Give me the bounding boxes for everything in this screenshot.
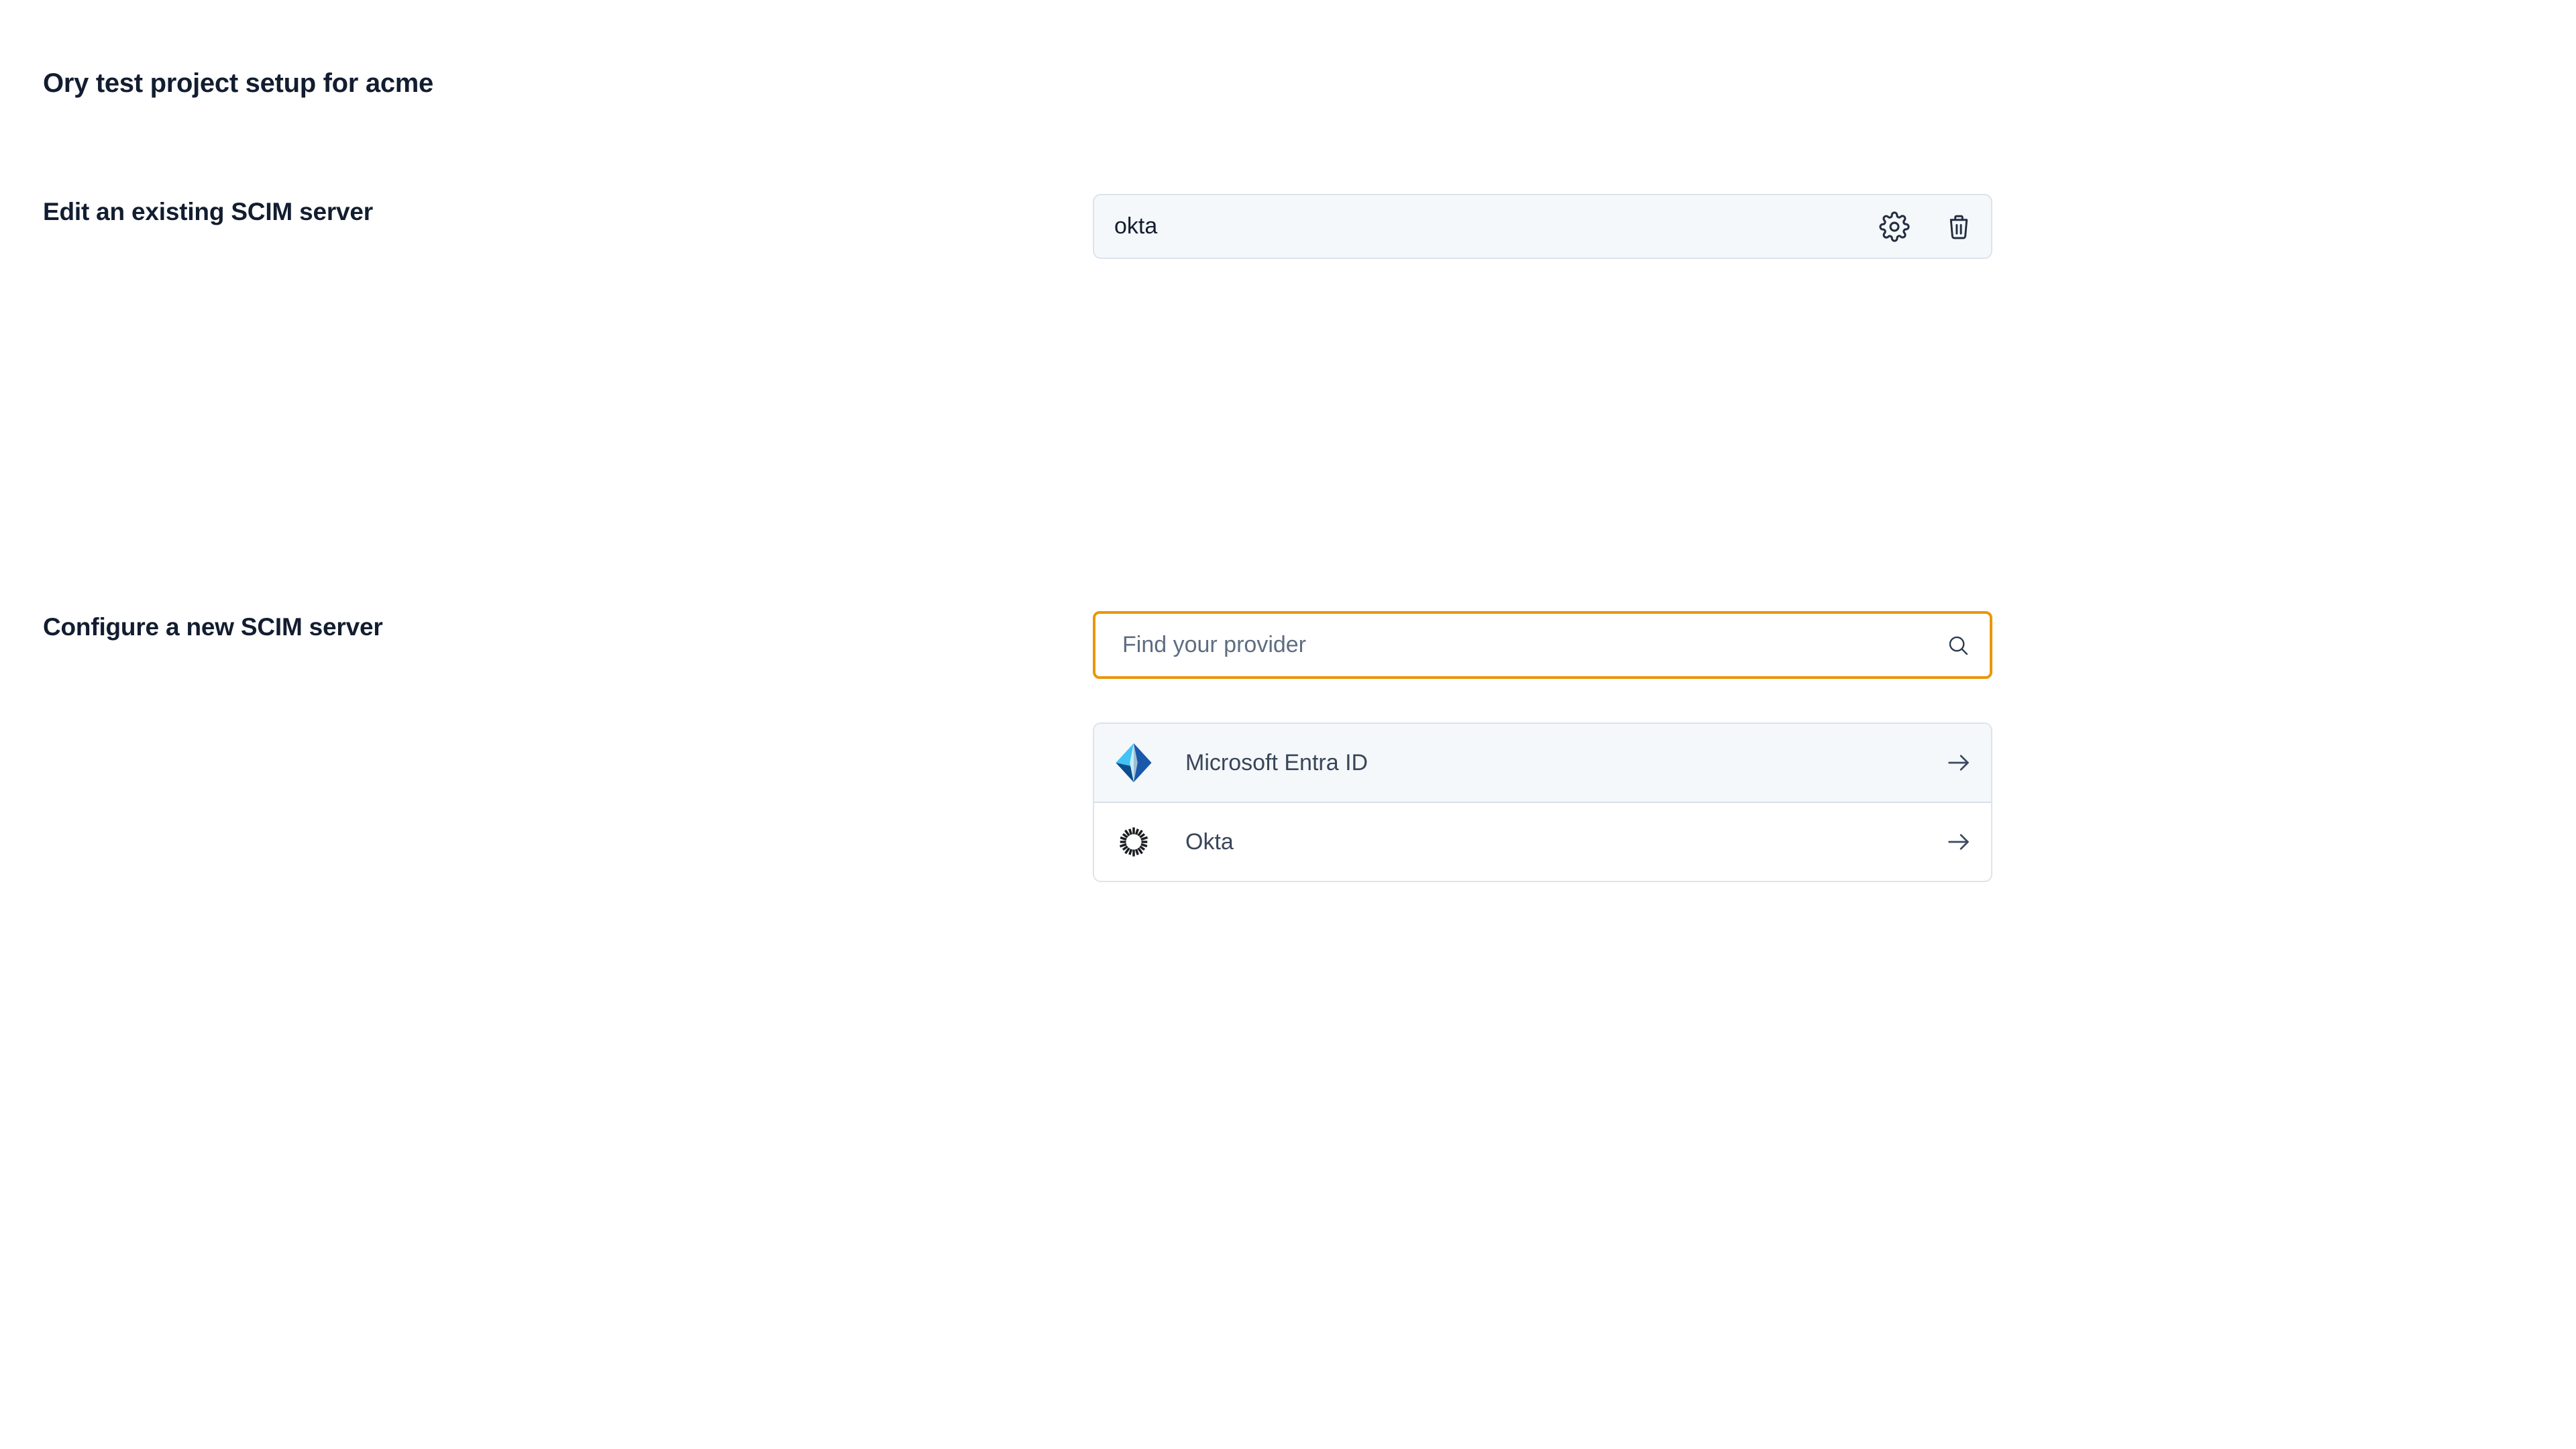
- configure-scim-server-heading: Configure a new SCIM server: [43, 612, 383, 642]
- provider-label: Microsoft Entra ID: [1185, 750, 1368, 776]
- existing-scim-server-row: okta: [1093, 194, 1992, 259]
- scim-server-name: okta: [1114, 213, 1157, 239]
- search-icon: [1945, 633, 1971, 658]
- server-settings-button[interactable]: [1878, 211, 1911, 243]
- provider-row-okta[interactable]: Okta: [1094, 802, 1991, 881]
- gear-icon: [1879, 211, 1910, 242]
- edit-scim-server-heading: Edit an existing SCIM server: [43, 197, 373, 227]
- provider-label: Okta: [1185, 829, 1234, 855]
- arrow-right-icon: [1943, 826, 1974, 857]
- server-delete-button[interactable]: [1943, 211, 1975, 243]
- server-row-actions: [1878, 211, 1975, 243]
- microsoft-entra-id-logo: [1114, 741, 1153, 785]
- page-title: Ory test project setup for acme: [43, 67, 433, 99]
- provider-search-box: [1093, 611, 1992, 679]
- okta-logo: [1114, 820, 1153, 864]
- arrow-right-icon: [1943, 747, 1974, 778]
- provider-row-microsoft-entra-id[interactable]: Microsoft Entra ID: [1094, 724, 1991, 802]
- provider-list: Microsoft Entra ID: [1093, 722, 1992, 882]
- provider-search-input[interactable]: [1122, 632, 1945, 658]
- trash-icon: [1944, 212, 1974, 241]
